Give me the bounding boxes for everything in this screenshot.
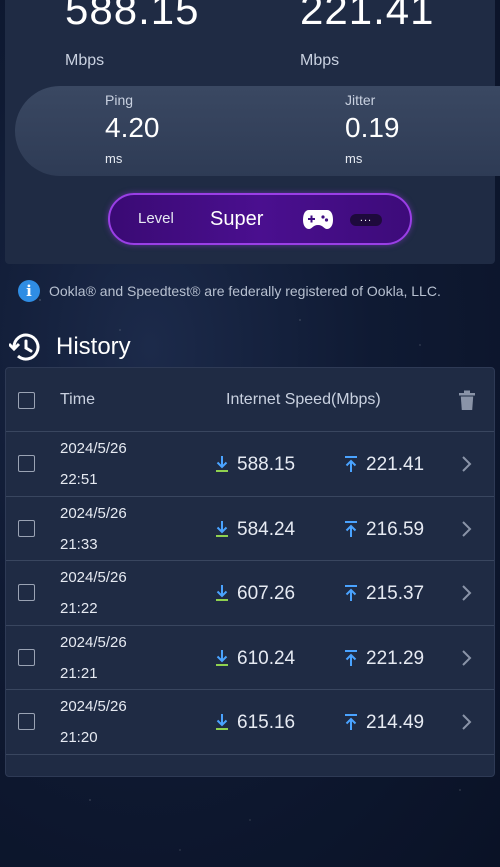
level-badge[interactable]: Level Super ... — [108, 193, 412, 245]
jitter-label: Jitter — [345, 92, 376, 108]
row-download-value: 610.24 — [237, 647, 296, 669]
row-checkbox[interactable] — [18, 713, 35, 730]
row-time: 21:33 — [60, 535, 98, 553]
ping-label: Ping — [105, 92, 134, 108]
download-arrow-icon — [216, 456, 228, 472]
level-label: Level — [138, 210, 174, 227]
row-download-value: 588.15 — [237, 454, 296, 475]
ping-unit: ms — [105, 151, 123, 166]
row-checkbox[interactable] — [18, 584, 35, 601]
history-title: History — [56, 333, 131, 360]
jitter-unit: ms — [345, 151, 363, 166]
upload-speed-unit: Mbps — [300, 52, 340, 69]
trash-icon[interactable] — [459, 390, 475, 410]
latency-panel: Ping 4.20 ms Jitter 0.19 ms — [15, 86, 500, 176]
upload-arrow-icon — [345, 585, 357, 601]
download-speed-unit: Mbps — [65, 52, 105, 69]
row-upload-value: 221.41 — [366, 454, 425, 475]
row-time: 21:20 — [60, 729, 98, 746]
row-checkbox[interactable] — [18, 648, 35, 666]
upload-arrow-icon — [345, 714, 357, 730]
download-speed-value: 588.15 — [65, 0, 200, 33]
history-icon — [9, 333, 40, 361]
upload-arrow-icon — [345, 649, 357, 666]
history-row[interactable]: 2024/5/26 21:33 584.24 216.59 — [6, 497, 494, 561]
row-date: 2024/5/26 — [60, 633, 127, 651]
trademark-notice: i Ookla® and Speedtest® are federally re… — [18, 280, 441, 302]
row-time: 21:21 — [60, 664, 98, 682]
chevron-right-icon[interactable] — [461, 713, 473, 731]
chevron-right-icon[interactable] — [461, 455, 473, 473]
trademark-notice-text: Ookla® and Speedtest® are federally regi… — [49, 283, 441, 299]
row-date: 2024/5/26 — [60, 698, 127, 715]
row-download-value: 615.16 — [237, 712, 296, 733]
download-arrow-icon — [216, 649, 228, 666]
level-value: Super — [210, 208, 264, 230]
upload-arrow-icon — [345, 520, 357, 537]
history-header: History — [9, 332, 131, 362]
row-upload-value: 221.29 — [366, 647, 425, 669]
level-more-button[interactable]: ... — [350, 213, 382, 226]
select-all-checkbox[interactable] — [18, 392, 35, 409]
jitter-value: 0.19 — [345, 112, 400, 143]
row-date: 2024/5/26 — [60, 440, 127, 457]
row-date: 2024/5/26 — [60, 504, 127, 522]
column-header-time: Time — [60, 391, 95, 408]
ping-value: 4.20 — [105, 112, 160, 143]
row-upload-value: 216.59 — [366, 518, 425, 540]
download-arrow-icon — [216, 585, 228, 601]
result-card: 588.15 Mbps 221.41 Mbps Ping 4.20 ms Jit… — [5, 0, 500, 264]
chevron-right-icon[interactable] — [461, 584, 473, 602]
history-row[interactable]: 2024/5/26 21:20 615.16 214.49 — [6, 690, 494, 755]
download-arrow-icon — [216, 714, 228, 730]
row-download-value: 607.26 — [237, 583, 296, 604]
upload-speed-value: 221.41 — [300, 0, 435, 33]
row-time: 22:51 — [60, 471, 98, 488]
row-download-value: 584.24 — [237, 518, 296, 540]
row-upload-value: 214.49 — [366, 712, 425, 733]
history-table-header: Time Internet Speed(Mbps) — [6, 368, 494, 432]
history-row[interactable]: 2024/5/26 22:51 588.15 221.41 — [6, 432, 494, 497]
row-checkbox[interactable] — [18, 519, 35, 537]
history-row[interactable]: 2024/5/26 21:21 610.24 221.29 — [6, 626, 494, 690]
info-icon: i — [18, 280, 40, 302]
row-date: 2024/5/26 — [60, 569, 127, 586]
history-table: Time Internet Speed(Mbps) 2024/5/26 22:51… — [5, 367, 495, 777]
chevron-right-icon[interactable] — [461, 520, 473, 538]
gamepad-icon — [303, 210, 333, 229]
download-arrow-icon — [216, 520, 228, 537]
row-time: 21:22 — [60, 600, 98, 617]
row-checkbox[interactable] — [18, 455, 35, 472]
upload-arrow-icon — [345, 456, 357, 472]
chevron-right-icon[interactable] — [461, 649, 473, 667]
row-upload-value: 215.37 — [366, 583, 425, 604]
column-header-speed: Internet Speed(Mbps) — [226, 391, 381, 408]
history-row[interactable]: 2024/5/26 21:22 607.26 215.37 — [6, 561, 494, 626]
